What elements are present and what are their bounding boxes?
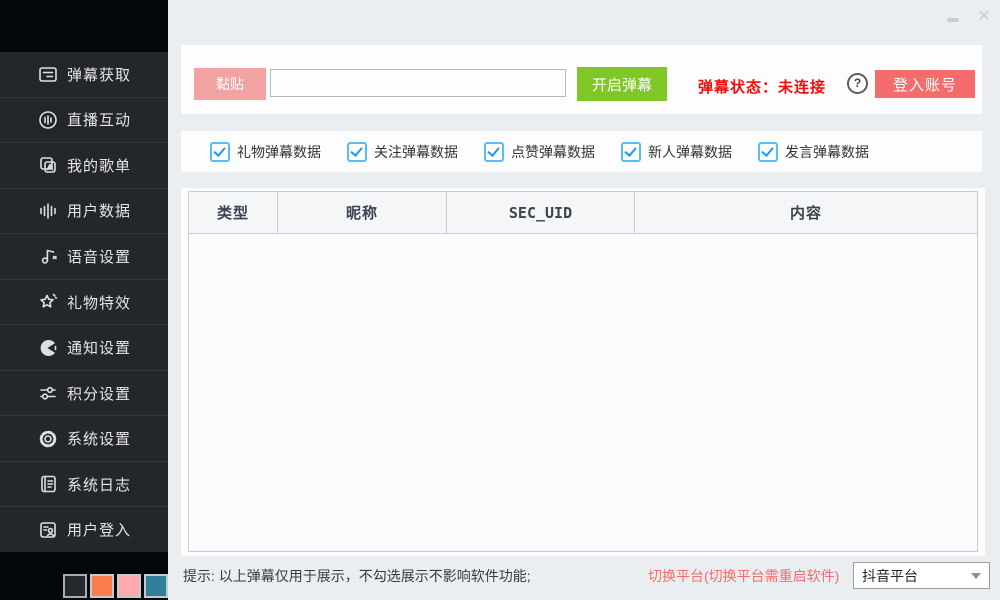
- chevron-down-icon: [971, 573, 981, 579]
- system-log-icon: [37, 473, 59, 495]
- sidebar-item-system-settings[interactable]: 系统设置: [0, 415, 168, 461]
- sidebar-item-label: 系统日志: [67, 474, 131, 495]
- sidebar-item-user-data[interactable]: 用户数据: [0, 188, 168, 234]
- paste-button[interactable]: 黏贴: [194, 68, 266, 100]
- gift-effects-icon: [37, 291, 59, 313]
- sidebar-item-label: 直播互动: [67, 109, 131, 130]
- sidebar-item-label: 用户数据: [67, 200, 131, 221]
- system-settings-icon: [37, 428, 59, 450]
- theme-swatch-orange[interactable]: [90, 574, 114, 598]
- start-danmaku-button[interactable]: 开启弹幕: [577, 67, 667, 101]
- table-body-empty: [189, 234, 977, 551]
- danmaku-table-panel: 类型 昵称 SEC_UID 内容: [181, 188, 985, 556]
- checkbox-checked-icon[interactable]: [758, 142, 778, 162]
- column-header-type: 类型: [189, 192, 277, 233]
- checkbox-checked-icon[interactable]: [347, 142, 367, 162]
- app-window: 弹幕获取 直播互动 我的歌单 用户数据: [0, 0, 1000, 600]
- platform-select[interactable]: 抖音平台: [853, 562, 990, 589]
- filter-gift-danmaku[interactable]: 礼物弹幕数据: [210, 142, 321, 162]
- sidebar-item-playlist[interactable]: 我的歌单: [0, 142, 168, 188]
- sidebar: 弹幕获取 直播互动 我的歌单 用户数据: [0, 0, 168, 600]
- sidebar-menu: 弹幕获取 直播互动 我的歌单 用户数据: [0, 52, 168, 552]
- voice-settings-icon: [37, 245, 59, 267]
- sidebar-item-label: 用户登入: [67, 519, 131, 540]
- sidebar-item-danmaku-fetch[interactable]: 弹幕获取: [0, 52, 168, 97]
- checkbox-checked-icon[interactable]: [210, 142, 230, 162]
- column-header-content: 内容: [634, 192, 977, 233]
- points-settings-icon: [37, 382, 59, 404]
- switch-platform-link[interactable]: 切换平台(切换平台需重启软件): [648, 566, 839, 586]
- column-header-sec-uid: SEC_UID: [446, 192, 634, 233]
- room-url-input[interactable]: [270, 69, 566, 97]
- playlist-icon: [37, 154, 59, 176]
- live-interaction-icon: [37, 109, 59, 131]
- sidebar-item-points-settings[interactable]: 积分设置: [0, 370, 168, 416]
- checkbox-checked-icon[interactable]: [484, 142, 504, 162]
- filter-chat-danmaku[interactable]: 发言弹幕数据: [758, 142, 869, 162]
- theme-swatch-pink[interactable]: [117, 574, 141, 598]
- filter-newcomer-danmaku[interactable]: 新人弹幕数据: [621, 142, 732, 162]
- sidebar-logo-area: [0, 0, 168, 52]
- danmaku-fetch-icon: [37, 63, 59, 85]
- filter-label: 礼物弹幕数据: [237, 142, 321, 162]
- filter-label: 新人弹幕数据: [648, 142, 732, 162]
- sidebar-item-label: 积分设置: [67, 383, 131, 404]
- sidebar-item-live-interaction[interactable]: 直播互动: [0, 97, 168, 143]
- filters-panel: 礼物弹幕数据 关注弹幕数据 点赞弹幕数据 新人弹幕数据 发言弹幕数据: [181, 131, 982, 172]
- danmaku-table: 类型 昵称 SEC_UID 内容: [188, 191, 978, 552]
- titlebar: ✕: [168, 0, 1000, 45]
- theme-palette: [63, 574, 168, 598]
- theme-swatch-dark[interactable]: [63, 574, 87, 598]
- notification-settings-icon: [37, 337, 59, 359]
- column-header-nickname: 昵称: [277, 192, 446, 233]
- theme-swatch-teal[interactable]: [144, 574, 168, 598]
- sidebar-item-label: 礼物特效: [67, 292, 131, 313]
- toolbar-panel: 黏贴 开启弹幕 弹幕状态：未连接 ? 登入账号: [181, 45, 982, 114]
- sidebar-item-label: 通知设置: [67, 337, 131, 358]
- user-login-icon: [37, 519, 59, 541]
- danmaku-status-text: 弹幕状态：未连接: [698, 76, 826, 97]
- sidebar-item-label: 弹幕获取: [67, 64, 131, 85]
- sidebar-footer: [0, 552, 168, 600]
- minimize-button[interactable]: [947, 18, 959, 22]
- sidebar-item-label: 我的歌单: [67, 155, 131, 176]
- sidebar-item-user-login[interactable]: 用户登入: [0, 506, 168, 552]
- filter-follow-danmaku[interactable]: 关注弹幕数据: [347, 142, 458, 162]
- login-account-button[interactable]: 登入账号: [875, 70, 975, 98]
- filter-label: 关注弹幕数据: [374, 142, 458, 162]
- sidebar-item-label: 系统设置: [67, 428, 131, 449]
- sidebar-item-label: 语音设置: [67, 246, 131, 267]
- sidebar-item-system-log[interactable]: 系统日志: [0, 461, 168, 507]
- close-button[interactable]: ✕: [974, 6, 994, 28]
- table-header-row: 类型 昵称 SEC_UID 内容: [189, 192, 977, 234]
- checkbox-checked-icon[interactable]: [621, 142, 641, 162]
- filter-label: 发言弹幕数据: [785, 142, 869, 162]
- help-icon[interactable]: ?: [847, 73, 868, 94]
- filter-like-danmaku[interactable]: 点赞弹幕数据: [484, 142, 595, 162]
- user-data-icon: [37, 200, 59, 222]
- sidebar-item-voice-settings[interactable]: 语音设置: [0, 233, 168, 279]
- platform-select-value: 抖音平台: [854, 566, 971, 586]
- footer-hint-text: 提示: 以上弹幕仅用于展示，不勾选展示不影响软件功能;: [183, 566, 531, 586]
- filter-label: 点赞弹幕数据: [511, 142, 595, 162]
- sidebar-item-gift-effects[interactable]: 礼物特效: [0, 279, 168, 325]
- sidebar-item-notification-settings[interactable]: 通知设置: [0, 324, 168, 370]
